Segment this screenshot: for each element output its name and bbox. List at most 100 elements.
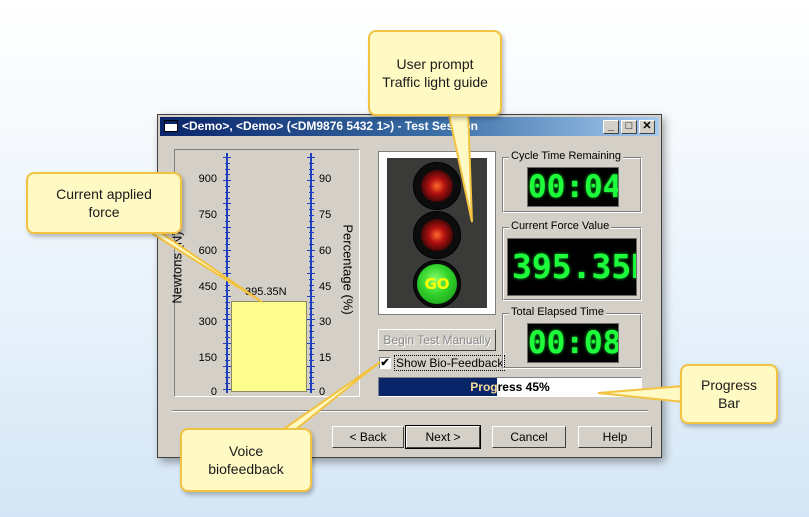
current-force-title: Current Force Value — [509, 220, 612, 232]
scale-tick — [307, 180, 315, 182]
maximize-button[interactable]: □ — [621, 120, 637, 134]
scale-tick — [225, 348, 230, 350]
scale-tick — [225, 232, 230, 234]
force-bar-label: 395.35N — [245, 285, 287, 298]
scale-tick — [223, 203, 231, 205]
scale-tick — [223, 389, 231, 390]
scale-tick — [309, 354, 314, 356]
newton-tick-label: 150 — [198, 352, 217, 364]
progress-bar-callout: Progress Bar — [680, 364, 778, 424]
scale-tick — [225, 255, 230, 257]
progress-bar: Progress 45% — [378, 377, 642, 397]
show-biofeedback-checkbox[interactable]: ✔ — [379, 357, 391, 369]
scale-tick — [307, 389, 315, 390]
scale-tick — [309, 174, 314, 176]
back-button[interactable]: < Back — [332, 426, 404, 448]
scale-tick — [309, 232, 314, 234]
scale-tick — [225, 186, 230, 187]
scale-tick — [309, 162, 314, 164]
cycle-time-title: Cycle Time Remaining — [509, 150, 624, 162]
scale-tick — [225, 377, 230, 379]
scale-tick — [307, 273, 315, 274]
scale-tick — [309, 186, 314, 187]
scale-tick — [225, 197, 230, 199]
percentage-tick-label: 75 — [319, 209, 332, 221]
elapsed-time-title: Total Elapsed Time — [509, 306, 606, 318]
scale-tick — [307, 365, 315, 367]
newton-tick-label: 750 — [198, 209, 217, 221]
traffic-light-callout: User prompt Traffic light guide — [368, 30, 502, 116]
scale-tick — [225, 244, 230, 245]
scale-tick — [225, 215, 230, 216]
percentage-tick-label: 90 — [319, 173, 332, 185]
show-biofeedback-label[interactable]: Show Bio-Feedback — [394, 355, 506, 371]
percentage-tick-label: 0 — [319, 386, 326, 398]
help-button[interactable]: Help — [578, 426, 652, 448]
percentage-tick-label: 15 — [319, 352, 332, 364]
force-callout: Current applied force — [26, 172, 182, 234]
scale-tick — [309, 302, 314, 303]
scale-tick — [309, 238, 314, 240]
scale-tick — [309, 261, 314, 263]
percentage-axis-title: Percentage (%) — [340, 224, 356, 315]
cancel-button[interactable]: Cancel — [492, 426, 566, 448]
scale-tick — [225, 191, 230, 193]
scale-tick — [225, 383, 230, 385]
scale-tick — [225, 261, 230, 263]
progress-callout-text: Progress Bar — [700, 377, 758, 411]
test-session-window: <Demo>, <Demo> (<DM9876 5432 1>) - Test … — [157, 114, 662, 458]
scale-tick — [223, 342, 231, 344]
scale-tick — [225, 238, 230, 240]
scale-tick — [309, 307, 314, 309]
scale-tick — [309, 336, 314, 338]
scale-tick — [309, 278, 314, 280]
percentage-tick-label: 30 — [319, 316, 332, 328]
scale-tick — [223, 180, 231, 182]
progress-label: Progress 45% — [470, 380, 550, 394]
close-button[interactable]: ✕ — [639, 120, 655, 134]
scale-tick — [225, 162, 230, 164]
red-light-top — [413, 162, 461, 210]
scale-tick — [223, 249, 231, 251]
begin-test-manually-button[interactable]: Begin Test Manually — [378, 329, 496, 351]
scale-tick — [225, 267, 230, 269]
scale-tick — [309, 244, 314, 245]
window-title: <Demo>, <Demo> (<DM9876 5432 1>) - Test … — [182, 119, 478, 133]
scale-tick — [225, 331, 230, 332]
newton-tick-label: 0 — [210, 386, 217, 398]
go-label: GO — [417, 264, 457, 304]
scale-tick — [309, 215, 314, 216]
scale-tick — [309, 360, 314, 361]
scale-tick — [225, 336, 230, 338]
next-button[interactable]: Next > — [405, 425, 481, 449]
scale-tick — [225, 220, 230, 222]
cycle-time-group: Cycle Time Remaining 00:04 — [502, 150, 642, 213]
scale-tick — [225, 290, 230, 292]
scale-tick — [225, 354, 230, 356]
scale-tick — [309, 255, 314, 257]
title-bar[interactable]: <Demo>, <Demo> (<DM9876 5432 1>) - Test … — [160, 117, 659, 136]
traffic-light-callout-text: User prompt Traffic light guide — [382, 56, 488, 90]
scale-tick — [307, 296, 315, 298]
scale-tick — [225, 168, 230, 170]
scale-tick — [309, 191, 314, 193]
scale-tick — [309, 331, 314, 332]
scale-tick — [307, 319, 315, 321]
scale-tick — [309, 284, 314, 286]
current-force-group: Current Force Value 395.35N — [502, 220, 642, 301]
scale-tick — [225, 284, 230, 286]
force-callout-text: Current applied force — [56, 186, 152, 220]
scale-tick — [225, 307, 230, 309]
scale-tick — [223, 365, 231, 367]
scale-tick — [309, 348, 314, 350]
voice-callout-text: Voice biofeedback — [208, 443, 284, 477]
red-light-middle — [413, 211, 461, 259]
scale-tick — [225, 313, 230, 315]
scale-tick — [223, 296, 231, 298]
minimize-button[interactable]: _ — [603, 120, 619, 134]
window-icon — [164, 120, 178, 132]
scale-tick — [307, 249, 315, 251]
scale-tick — [309, 383, 314, 385]
scale-tick — [309, 197, 314, 199]
footer-separator — [172, 410, 648, 412]
